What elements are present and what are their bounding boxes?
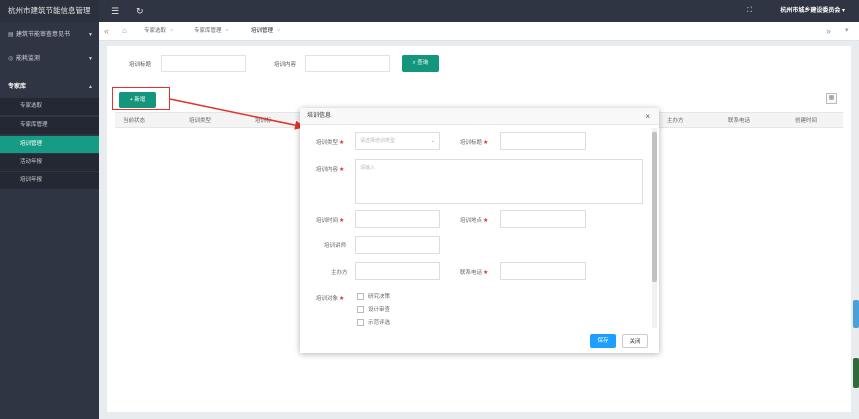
lecturer-label: 培训讲师 [324,243,347,249]
target-label-text: 培训对象 [316,296,339,302]
type-label-text: 培训类型 [316,140,339,146]
checkbox[interactable] [357,306,364,314]
content-placeholder: 请输入 [360,165,376,171]
required-star-icon: ★ [339,167,345,173]
time-label: 培训时间★ [316,216,344,224]
phone-label: 联系电话★ [460,268,488,276]
save-button[interactable]: 保存 [590,334,616,348]
target-option-label: 设计审查 [368,307,391,313]
target-option[interactable]: 示范评选 [357,318,391,327]
dialog-title: 培训信息 [307,113,332,119]
dialog-header: 培训信息 × [300,108,659,125]
target-option-label: 示范评选 [368,320,391,326]
required-star-icon: ★ [339,218,345,224]
target-option-label: 研究决策 [368,294,391,300]
side-widget[interactable] [853,300,859,328]
chevron-down-icon: ⌄ [430,138,435,144]
title-label: 培训标题★ [460,138,488,146]
training-info-dialog: 培训信息 × 培训类型★ 请选择培训类型 ⌄ 培训标题★ 培训内容★ 请输入 培训… [300,108,659,353]
checkbox[interactable] [357,293,364,301]
title-input[interactable] [500,132,586,150]
time-input[interactable] [355,210,440,228]
phone-input[interactable] [500,262,586,280]
time-label-text: 培训时间 [316,218,339,224]
lecturer-input[interactable] [355,236,440,254]
type-label: 培训类型★ [316,138,344,146]
dialog-scrollbar-thumb[interactable] [652,132,657,282]
target-label: 培训对象★ [316,294,344,302]
title-label-text: 培训标题 [460,140,483,146]
required-star-icon: ★ [339,140,345,146]
organizer-input[interactable] [355,262,440,280]
organizer-label: 主办方 [331,270,348,276]
type-select[interactable]: 请选择培训类型 ⌄ [355,132,440,150]
type-placeholder: 请选择培训类型 [360,138,396,144]
close-button[interactable]: 关闭 [622,334,648,348]
content-label-text: 培训内容 [316,167,339,173]
place-label-text: 培训地点 [460,218,483,224]
side-widget[interactable] [853,358,859,388]
required-star-icon: ★ [483,270,489,276]
place-label: 培训地点★ [460,216,488,224]
required-star-icon: ★ [483,140,489,146]
place-input[interactable] [500,210,586,228]
phone-label-text: 联系电话 [460,270,483,276]
target-option[interactable]: 研究决策 [357,292,391,301]
content-label: 培训内容★ [316,165,344,173]
checkbox[interactable] [357,319,364,327]
target-option[interactable]: 设计审查 [357,305,391,314]
required-star-icon: ★ [339,296,345,302]
required-star-icon: ★ [483,218,489,224]
content-textarea[interactable]: 请输入 [355,159,643,204]
close-icon[interactable]: × [645,108,650,125]
